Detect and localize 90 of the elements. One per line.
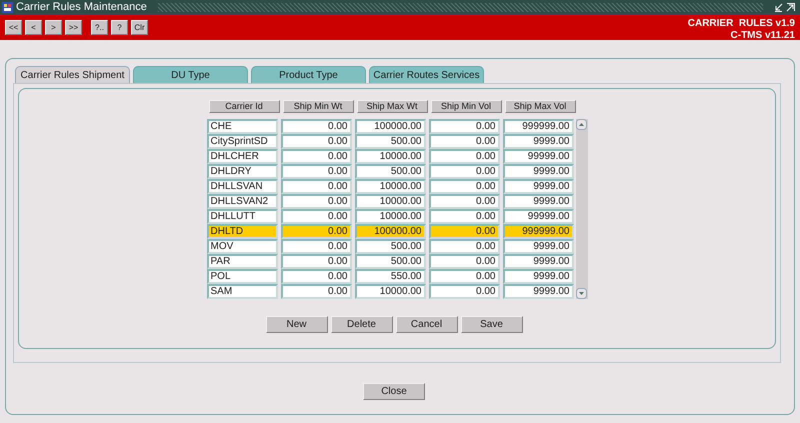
table-cell[interactable]: 10000.00 xyxy=(354,194,426,209)
table-cell[interactable]: 10000.00 xyxy=(354,284,426,299)
table-cell[interactable]: 0.00 xyxy=(428,164,500,179)
table-cell[interactable]: 99999.00 xyxy=(502,149,574,164)
table-cell[interactable]: SAM xyxy=(206,284,278,299)
table-cell[interactable]: 9999.00 xyxy=(502,254,574,269)
table-cell[interactable]: 0.00 xyxy=(428,284,500,299)
table-cell[interactable]: 0.00 xyxy=(428,209,500,224)
maximize-icon[interactable] xyxy=(786,3,795,12)
table-cell[interactable]: 0.00 xyxy=(280,239,352,254)
table-cell[interactable]: 100000.00 xyxy=(354,119,426,134)
table-cell[interactable]: 500.00 xyxy=(354,239,426,254)
table-cell[interactable]: 0.00 xyxy=(428,224,500,239)
window-title: Carrier Rules Maintenance xyxy=(16,2,147,13)
table-cell[interactable]: 0.00 xyxy=(280,134,352,149)
table-cell[interactable]: 0.00 xyxy=(280,224,352,239)
table-cell[interactable]: 999999.00 xyxy=(502,224,574,239)
toolbar-button[interactable]: < xyxy=(25,20,42,35)
tab[interactable]: Carrier Routes Services xyxy=(369,66,484,83)
table-cell[interactable]: 0.00 xyxy=(280,254,352,269)
table-cell[interactable]: 0.00 xyxy=(428,149,500,164)
table-cell[interactable]: 500.00 xyxy=(354,164,426,179)
table-cell[interactable]: 99999.00 xyxy=(502,209,574,224)
table-cell[interactable]: 9999.00 xyxy=(502,284,574,299)
table-cell[interactable]: 500.00 xyxy=(354,134,426,149)
toolbar-button[interactable]: ? xyxy=(111,20,128,35)
table-cell[interactable]: CHE xyxy=(206,119,278,134)
action-button[interactable]: New xyxy=(266,316,328,333)
column-header: Ship Max Wt xyxy=(356,100,428,113)
toolbar-button[interactable]: ?.. xyxy=(91,20,108,35)
table-cell[interactable]: 0.00 xyxy=(428,179,500,194)
version-label: C-TMS v11.21 xyxy=(730,30,795,42)
app-icon xyxy=(2,2,13,13)
column-header: Ship Min Wt xyxy=(282,100,354,113)
table-cell[interactable]: 9999.00 xyxy=(502,269,574,284)
table-cell[interactable]: 0.00 xyxy=(428,119,500,134)
table-cell[interactable]: DHLDRY xyxy=(206,164,278,179)
table-cell[interactable]: 0.00 xyxy=(428,134,500,149)
table-cell[interactable]: 0.00 xyxy=(280,119,352,134)
column-header: Ship Min Vol xyxy=(430,100,502,113)
table-cell[interactable]: 0.00 xyxy=(428,254,500,269)
toolbar-button[interactable]: > xyxy=(45,20,62,35)
scroll-down-icon[interactable] xyxy=(576,288,587,299)
table-cell[interactable]: POL xyxy=(206,269,278,284)
table-cell[interactable]: 9999.00 xyxy=(502,164,574,179)
tab[interactable]: Carrier Rules Shipment xyxy=(15,66,130,83)
minimize-icon[interactable] xyxy=(774,3,783,12)
table-cell[interactable]: 500.00 xyxy=(354,254,426,269)
table-cell[interactable]: PAR xyxy=(206,254,278,269)
toolbar-button[interactable]: << xyxy=(5,20,22,35)
toolbar-button[interactable]: Clr xyxy=(131,20,148,35)
table-cell[interactable]: 0.00 xyxy=(280,164,352,179)
action-button[interactable]: Cancel xyxy=(396,316,458,333)
table-cell[interactable]: 0.00 xyxy=(280,269,352,284)
table-cell[interactable]: 9999.00 xyxy=(502,194,574,209)
table-cell[interactable]: 999999.00 xyxy=(502,119,574,134)
table-cell[interactable]: 0.00 xyxy=(280,149,352,164)
close-button[interactable]: Close xyxy=(363,383,425,400)
table-cell[interactable]: 0.00 xyxy=(280,284,352,299)
table-cell[interactable]: 10000.00 xyxy=(354,179,426,194)
column-header: Carrier Id xyxy=(208,100,280,113)
table-cell[interactable]: 0.00 xyxy=(280,194,352,209)
table-cell[interactable]: DHLLSVAN xyxy=(206,179,278,194)
table-cell[interactable]: DHLLUTT xyxy=(206,209,278,224)
column-header: Ship Max Vol xyxy=(504,100,576,113)
table-cell[interactable]: MOV xyxy=(206,239,278,254)
table-cell[interactable]: 10000.00 xyxy=(354,149,426,164)
action-button[interactable]: Save xyxy=(460,316,522,333)
table-cell[interactable]: DHLCHER xyxy=(206,149,278,164)
table-cell[interactable]: 9999.00 xyxy=(502,134,574,149)
action-button[interactable]: Delete xyxy=(330,316,392,333)
table-cell[interactable]: DHLTD xyxy=(206,224,278,239)
table-cell[interactable]: 0.00 xyxy=(428,194,500,209)
tab[interactable]: DU Type xyxy=(133,66,248,83)
version-label: CARRIER RULES v1.9 xyxy=(688,18,795,30)
table-cell[interactable]: 0.00 xyxy=(428,269,500,284)
scroll-up-icon[interactable] xyxy=(576,119,587,130)
table-cell[interactable]: 9999.00 xyxy=(502,179,574,194)
scrollbar[interactable] xyxy=(576,119,588,299)
toolbar-button[interactable]: >> xyxy=(65,20,82,35)
table-cell[interactable]: 9999.00 xyxy=(502,239,574,254)
table-cell[interactable]: 0.00 xyxy=(280,209,352,224)
table-cell[interactable]: CitySprintSD xyxy=(206,134,278,149)
tab[interactable]: Product Type xyxy=(251,66,366,83)
table-cell[interactable]: 550.00 xyxy=(354,269,426,284)
table-cell[interactable]: 100000.00 xyxy=(354,224,426,239)
table-cell[interactable]: 10000.00 xyxy=(354,209,426,224)
table-cell[interactable]: DHLLSVAN2 xyxy=(206,194,278,209)
table-cell[interactable]: 0.00 xyxy=(428,239,500,254)
table-cell[interactable]: 0.00 xyxy=(280,179,352,194)
